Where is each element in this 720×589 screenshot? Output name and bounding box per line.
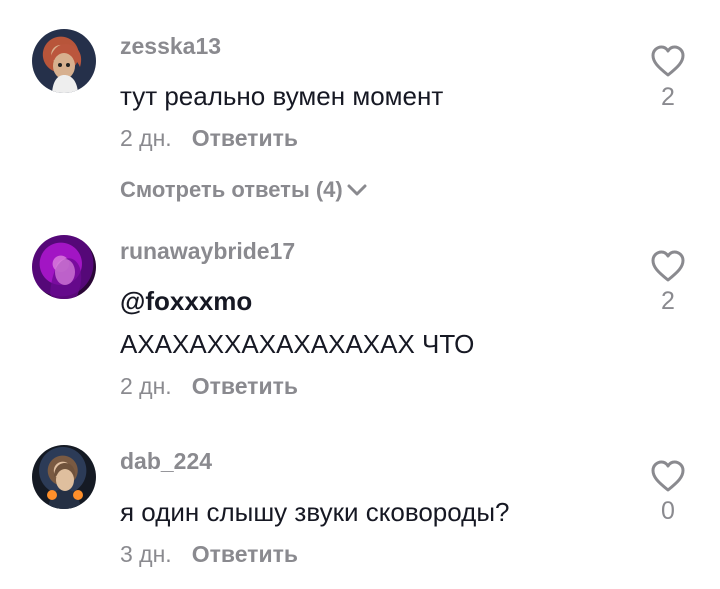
reply-button[interactable]: Ответить <box>192 123 298 153</box>
comment-meta: 3 дн. Ответить <box>120 539 298 569</box>
comment-mention[interactable]: @foxxxmo <box>120 284 252 318</box>
avatar[interactable] <box>32 29 96 93</box>
avatar[interactable] <box>32 445 96 509</box>
comment-username[interactable]: zesska13 <box>120 32 221 60</box>
like-count: 2 <box>661 83 675 111</box>
comment-item: dab_224 я один слышу звуки сковороды? 3 … <box>0 420 720 589</box>
like-button[interactable] <box>648 42 688 82</box>
comments-list: zesska13 тут реально вумен момент 2 дн. … <box>0 0 720 589</box>
comment-item: runawaybride17 @foxxxmo АХАХАХХАХАХАХАХА… <box>0 220 720 420</box>
comment-time: 2 дн. <box>120 373 172 399</box>
like-count: 2 <box>661 287 675 315</box>
reply-button[interactable]: Ответить <box>192 371 298 401</box>
like-button[interactable] <box>648 457 688 497</box>
comment-username[interactable]: dab_224 <box>120 447 212 475</box>
like-count: 0 <box>661 497 675 525</box>
comment-username[interactable]: runawaybride17 <box>120 237 295 265</box>
heart-outline-icon <box>648 42 688 82</box>
comment-meta: 2 дн. Ответить <box>120 371 298 401</box>
view-replies-label: Смотреть ответы (4) <box>120 177 343 202</box>
reply-button[interactable]: Ответить <box>192 539 298 569</box>
heart-outline-icon <box>648 247 688 287</box>
view-replies-button[interactable]: Смотреть ответы (4) <box>120 176 367 204</box>
like-button[interactable] <box>648 247 688 287</box>
comment-text: тут реально вумен момент <box>120 81 444 111</box>
comment-text: я один слышу звуки сковороды? <box>120 497 510 527</box>
comment-item: zesska13 тут реально вумен момент 2 дн. … <box>0 0 720 220</box>
comment-text: АХАХАХХАХАХАХАХАХ ЧТО <box>120 329 475 359</box>
avatar[interactable] <box>32 235 96 299</box>
comment-time: 3 дн. <box>120 541 172 567</box>
heart-outline-icon <box>648 457 688 497</box>
chevron-down-icon <box>347 184 367 196</box>
comment-meta: 2 дн. Ответить <box>120 123 298 153</box>
comment-time: 2 дн. <box>120 125 172 151</box>
